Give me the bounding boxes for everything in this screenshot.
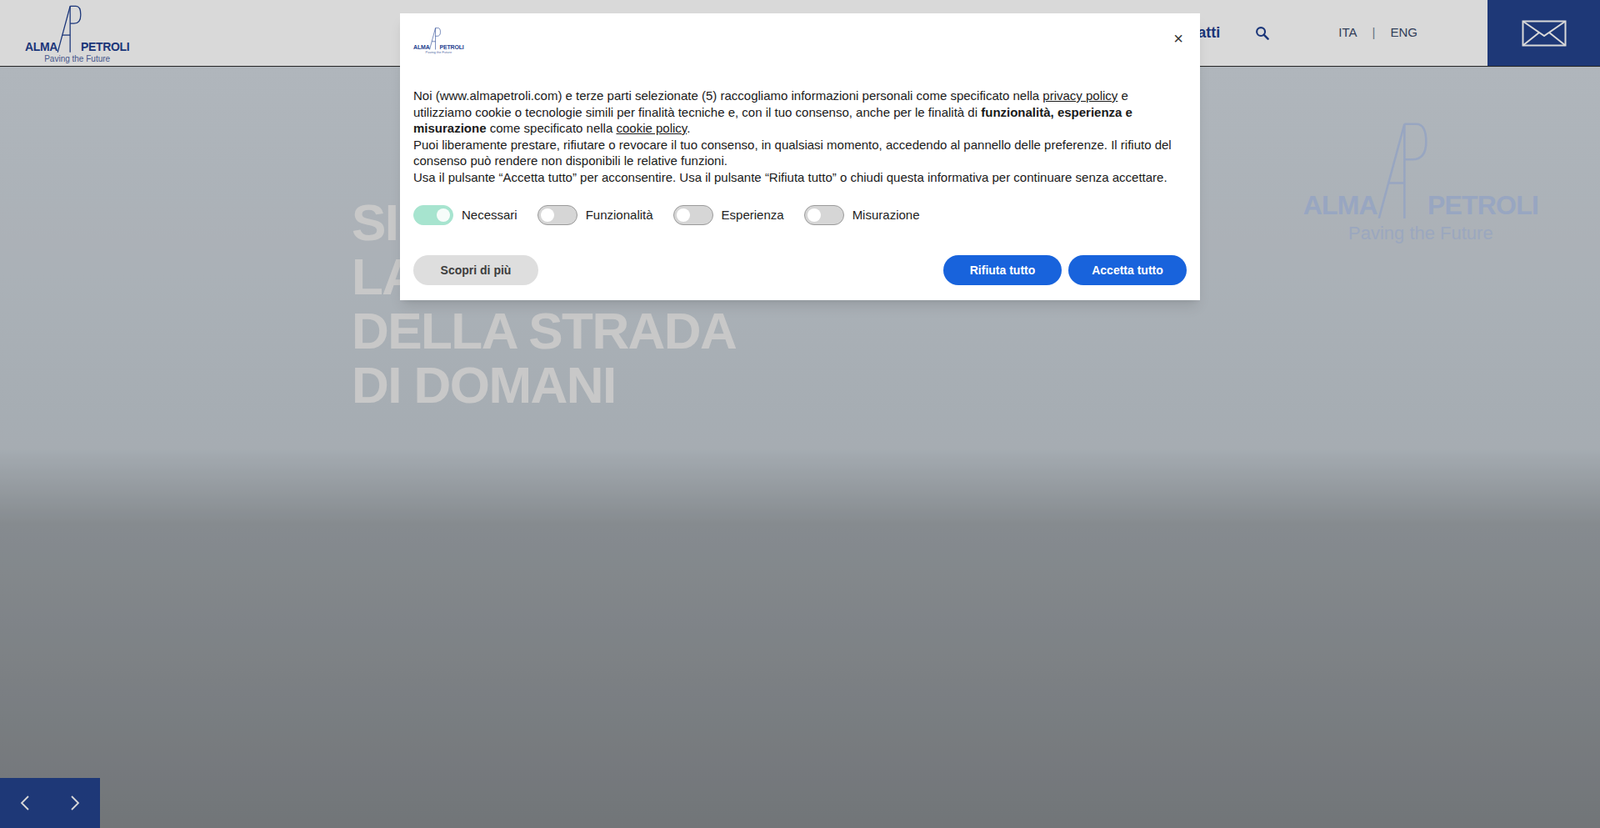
toggle-knob — [540, 208, 555, 222]
toggle-knob — [807, 208, 821, 222]
logo-tagline: Paving the Future — [425, 50, 453, 55]
text-span: come specificato nella — [486, 120, 617, 135]
toggle-switch[interactable] — [804, 205, 845, 225]
logo-mark-row: ALMA PETROLI — [413, 26, 465, 50]
toggle-label: Funzionalità — [585, 205, 654, 225]
cookie-paragraph: Noi (www.almapetroli.com) e terze parti … — [413, 87, 1187, 137]
text-span: Usa il pulsante “Accetta tutto” per acco… — [413, 170, 1168, 185]
more-info-button[interactable]: Scopri di più — [413, 255, 539, 285]
cookie-paragraph: Usa il pulsante “Accetta tutto” per acco… — [413, 169, 1187, 186]
ap-mark-icon — [429, 26, 441, 50]
text-span: . — [686, 120, 690, 135]
toggle-label: Esperienza — [721, 205, 785, 225]
toggle-knob — [436, 208, 450, 222]
cookie-buttons: Scopri di più Rifiuta tuttoAccetta tutto — [413, 255, 1187, 285]
cookie-banner-header: ALMA PETROLIPaving the Future × — [413, 26, 1187, 55]
consent-button[interactable]: Rifiuta tutto — [943, 255, 1062, 285]
toggle-switch[interactable] — [537, 205, 578, 225]
consent-toggle[interactable]: Funzionalità — [537, 205, 654, 225]
toggle-knob — [676, 208, 690, 222]
logo[interactable]: ALMA PETROLIPaving the Future — [413, 26, 465, 55]
cookie-banner-text: Noi (www.almapetroli.com) e terze parti … — [413, 87, 1187, 185]
cookie-paragraph: Puoi liberamente prestare, rifiutare o r… — [413, 136, 1187, 170]
toggle-label: Misurazione — [852, 205, 920, 225]
toggle-switch[interactable] — [413, 205, 454, 225]
consent-toggle[interactable]: Esperienza — [673, 205, 785, 225]
consent-toggle[interactable]: Necessari — [413, 205, 518, 225]
toggle-label: Necessari — [461, 205, 518, 225]
logo-word: PETROLI — [440, 44, 465, 50]
text-span: Noi (www.almapetroli.com) e terze parti … — [413, 88, 1043, 103]
toggle-switch[interactable] — [673, 205, 714, 225]
policy-link[interactable]: cookie policy — [615, 120, 687, 135]
close-button[interactable]: × — [1173, 30, 1184, 47]
consent-toggle[interactable]: Misurazione — [804, 205, 920, 225]
cookie-banner: ALMA PETROLIPaving the Future × Noi (www.al… — [400, 13, 1200, 300]
policy-link[interactable]: privacy policy — [1042, 88, 1118, 103]
text-span: Puoi liberamente prestare, rifiutare o r… — [413, 137, 1172, 169]
logo-word: ALMA — [413, 44, 430, 50]
consent-toggles: Necessari Funzionalità Esperienza Misurazio… — [413, 205, 1187, 225]
consent-button[interactable]: Accetta tutto — [1068, 255, 1187, 285]
